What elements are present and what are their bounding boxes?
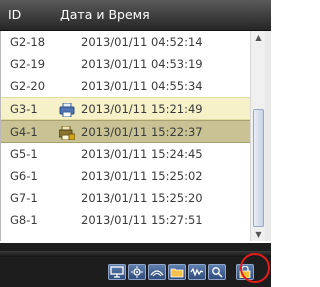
list-item-highlighted[interactable]: G3-1 2013/01/11 15:21:49 (1, 97, 250, 120)
list-item[interactable]: G2-20 2013/01/11 04:55:34 (1, 75, 250, 97)
list-item[interactable]: G8-1 2013/01/11 15:27:51 (1, 209, 250, 231)
row-datetime: 2013/01/11 15:27:51 (81, 213, 203, 227)
row-id: G2-20 (10, 79, 46, 93)
row-id: G2-18 (10, 35, 46, 49)
printer-icon (59, 102, 75, 118)
row-datetime: 2013/01/11 15:24:45 (81, 147, 203, 161)
row-id: G8-1 (10, 213, 38, 227)
network-icon[interactable] (148, 264, 166, 280)
list-item[interactable]: G2-19 2013/01/11 04:53:19 (1, 53, 250, 75)
row-id: G3-1 (10, 102, 38, 116)
row-id: G4-1 (10, 125, 38, 139)
waveform-icon[interactable] (188, 264, 206, 280)
row-datetime: 2013/01/11 15:25:20 (81, 191, 203, 205)
row-id: G7-1 (10, 191, 38, 205)
panel-edge (265, 31, 271, 241)
scroll-up-icon[interactable]: ▲ (251, 31, 266, 44)
row-datetime: 2013/01/11 04:53:19 (81, 57, 203, 71)
toolbar-divider (0, 251, 271, 257)
list-item[interactable]: G2-18 2013/01/11 04:52:14 (1, 31, 250, 53)
list-header: ID Дата и Время (0, 0, 271, 31)
locked-printer-icon (58, 125, 76, 141)
settings-icon[interactable] (128, 264, 146, 280)
column-header-id[interactable]: ID (8, 7, 21, 22)
list-item[interactable]: G7-1 2013/01/11 15:25:20 (1, 187, 250, 209)
row-datetime: 2013/01/11 04:55:34 (81, 79, 203, 93)
monitor-icon[interactable] (108, 264, 126, 280)
scroll-down-icon[interactable]: ▼ (251, 228, 266, 241)
search-icon[interactable] (208, 264, 226, 280)
list-item-selected[interactable]: G4-1 2013/01/11 15:22:37 (1, 120, 250, 143)
list-item[interactable]: G6-1 2013/01/11 15:25:02 (1, 165, 250, 187)
scrollbar-thumb[interactable] (253, 109, 264, 227)
row-datetime: 2013/01/11 15:25:02 (81, 169, 203, 183)
row-datetime: 2013/01/11 15:22:37 (81, 125, 203, 139)
event-list-panel: ID Дата и Время G2-18 2013/01/11 04:52:1… (0, 0, 271, 287)
list-item[interactable]: G5-1 2013/01/11 15:24:45 (1, 143, 250, 165)
folder-icon[interactable] (168, 264, 186, 280)
vertical-scrollbar[interactable]: ▲ ▼ (250, 31, 266, 241)
highlight-circle (240, 253, 270, 283)
row-id: G6-1 (10, 169, 38, 183)
row-datetime: 2013/01/11 15:21:49 (81, 102, 203, 116)
column-header-datetime[interactable]: Дата и Время (60, 7, 150, 22)
bottom-toolbar (0, 243, 271, 287)
event-list: G2-18 2013/01/11 04:52:14 G2-19 2013/01/… (0, 31, 250, 241)
row-datetime: 2013/01/11 04:52:14 (81, 35, 203, 49)
row-id: G5-1 (10, 147, 38, 161)
row-id: G2-19 (10, 57, 46, 71)
